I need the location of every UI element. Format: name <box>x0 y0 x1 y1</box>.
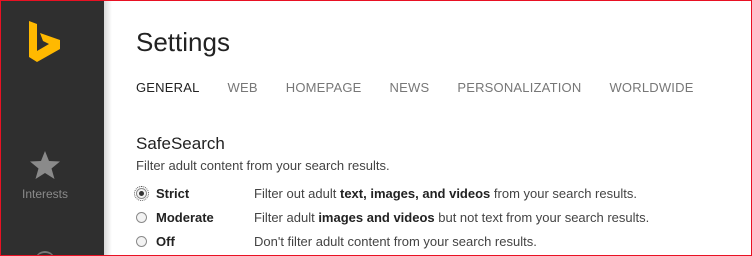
sidebar-next-item-icon <box>35 251 55 255</box>
strict-radio[interactable] <box>134 185 149 201</box>
safesearch-title: SafeSearch <box>136 134 225 153</box>
strict-description: Filter out adult text, images, and video… <box>254 185 637 201</box>
sidebar-item-interests[interactable]: Interests <box>1 149 89 201</box>
star-icon <box>30 151 60 179</box>
settings-tabs: GENERAL WEB HOMEPAGE NEWS PERSONALIZATIO… <box>136 80 722 95</box>
tab-web[interactable]: WEB <box>228 80 258 95</box>
settings-window: Interests Settings GENERAL WEB HOMEPAGE … <box>0 0 752 256</box>
safesearch-option-moderate[interactable]: Moderate Filter adult images and videos … <box>136 208 649 226</box>
safesearch-option-off[interactable]: Off Don't filter adult content from your… <box>136 232 537 250</box>
sidebar: Interests <box>1 1 104 255</box>
tab-personalization[interactable]: PERSONALIZATION <box>457 80 581 95</box>
tab-homepage[interactable]: HOMEPAGE <box>286 80 362 95</box>
page-title: Settings <box>136 27 230 57</box>
tab-news[interactable]: NEWS <box>390 80 430 95</box>
tab-general[interactable]: GENERAL <box>136 80 200 95</box>
sidebar-shadow <box>104 1 112 255</box>
strict-label[interactable]: Strict <box>156 186 189 201</box>
safesearch-description: Filter adult content from your search re… <box>136 158 390 173</box>
off-description: Don't filter adult content from your sea… <box>254 233 537 249</box>
off-radio[interactable] <box>136 235 147 247</box>
bing-logo-icon[interactable] <box>27 21 63 63</box>
safesearch-option-strict[interactable]: Strict Filter out adult text, images, an… <box>134 184 637 202</box>
moderate-radio[interactable] <box>136 211 147 223</box>
tab-worldwide[interactable]: WORLDWIDE <box>609 80 693 95</box>
off-label[interactable]: Off <box>156 234 175 249</box>
moderate-label[interactable]: Moderate <box>156 210 214 225</box>
moderate-description: Filter adult images and videos but not t… <box>254 209 650 225</box>
sidebar-item-label: Interests <box>21 187 69 201</box>
